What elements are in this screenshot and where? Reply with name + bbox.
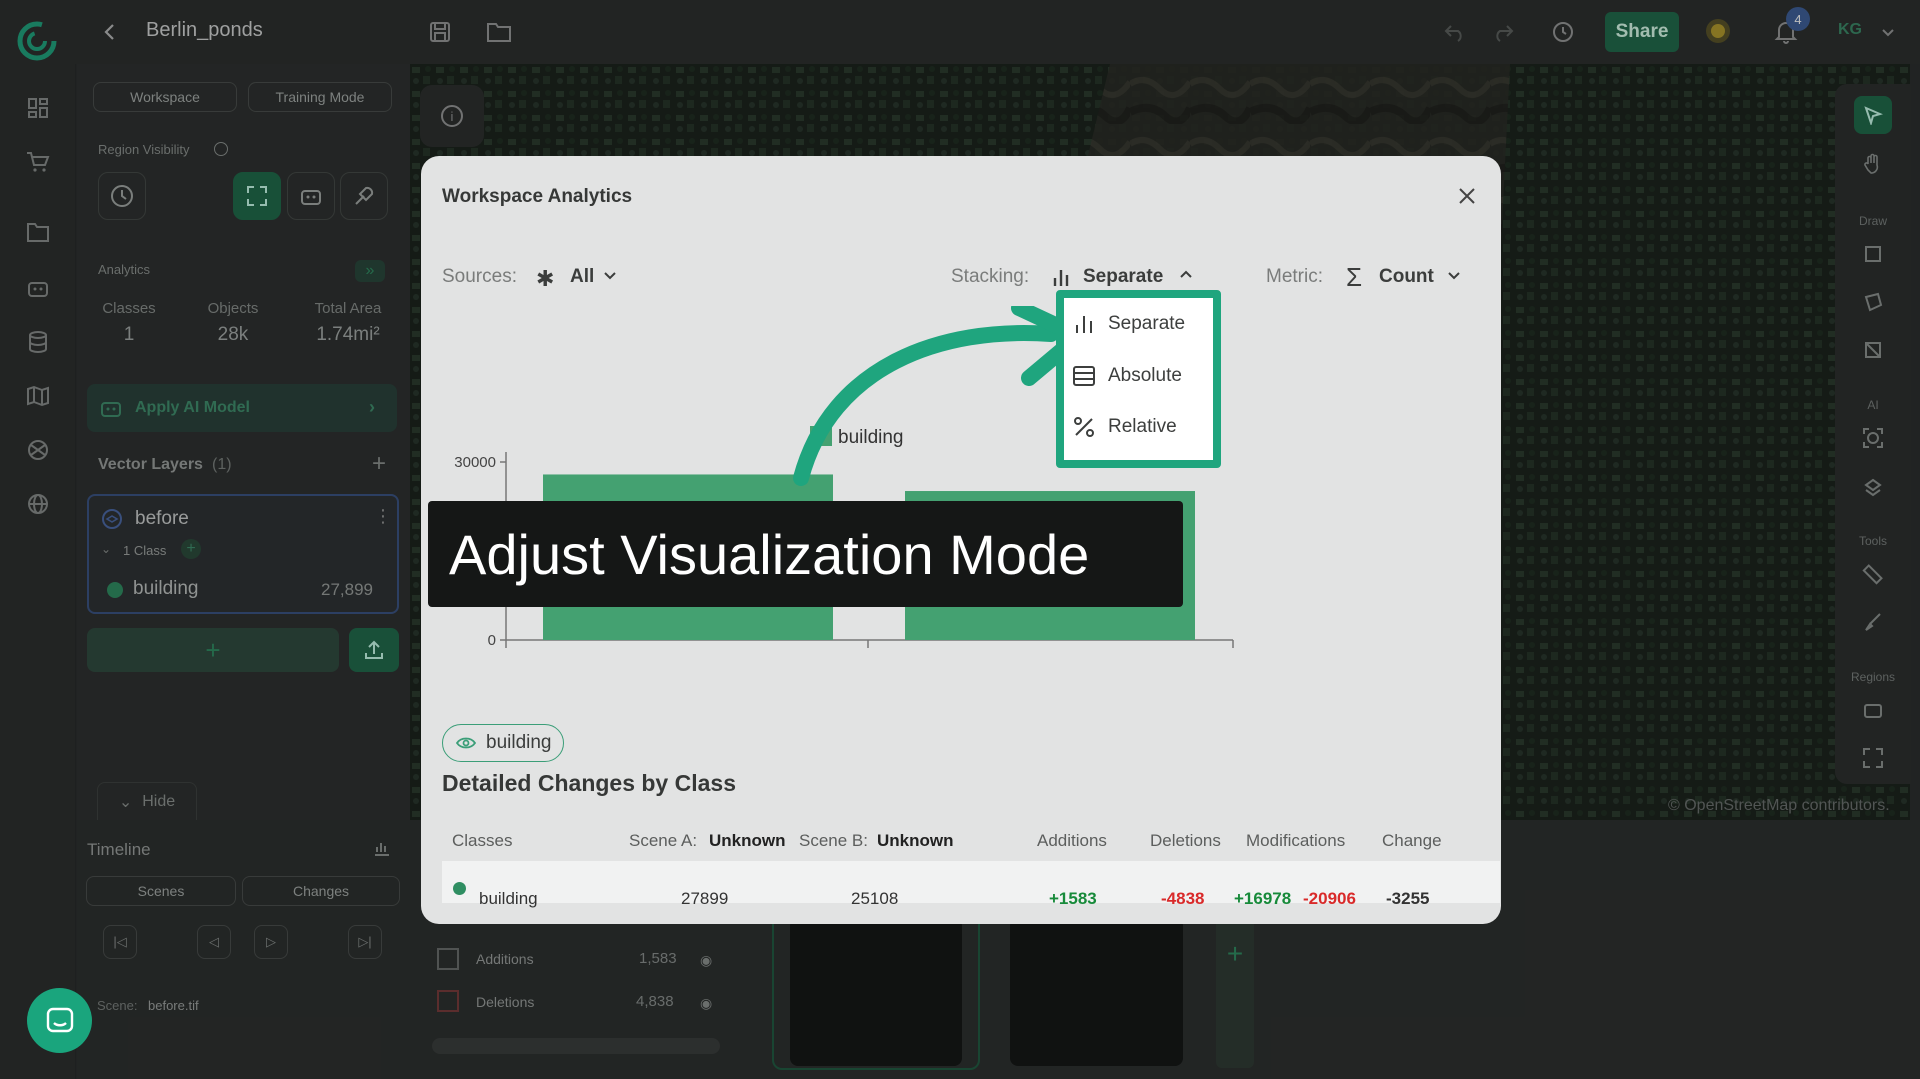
chat-support-button[interactable] <box>27 988 92 1053</box>
col-modifications: Modifications <box>1246 831 1346 850</box>
stacking-menu: Separate Absolute Relative <box>1056 290 1221 468</box>
tutorial-caption: Adjust Visualization Mode <box>428 501 1183 607</box>
scene-b-value: Unknown <box>877 831 954 850</box>
menu-item-relative[interactable]: Relative <box>1072 407 1212 447</box>
menu-item-label: Absolute <box>1108 365 1182 386</box>
class-color-dot <box>453 882 466 895</box>
cell-additions: +1583 <box>1049 889 1097 908</box>
menu-item-separate[interactable]: Separate <box>1072 304 1212 344</box>
sources-dropdown[interactable]: All <box>570 266 594 288</box>
modal-title: Workspace Analytics <box>442 186 633 207</box>
chevron-up-icon[interactable] <box>1179 268 1193 282</box>
close-icon[interactable] <box>1451 180 1483 212</box>
menu-item-label: Separate <box>1108 313 1186 334</box>
cell-modifications-negative: -20906 <box>1303 889 1356 908</box>
menu-item-absolute[interactable]: Absolute <box>1072 356 1212 396</box>
col-additions: Additions <box>1037 831 1107 850</box>
cell-deletions: -4838 <box>1161 889 1205 908</box>
bar-chart-icon <box>1072 312 1096 336</box>
details-title: Detailed Changes by Class <box>442 770 736 796</box>
cell-scene-b: 25108 <box>851 889 899 908</box>
metric-dropdown[interactable]: Count <box>1379 266 1434 288</box>
scene-a-value: Unknown <box>709 831 786 850</box>
tutorial-arrow-icon <box>793 306 1087 486</box>
workspace-analytics-modal: Workspace Analytics Sources: ✱ All Stack… <box>421 156 1501 924</box>
col-scene-b-label: Scene B: <box>799 831 868 850</box>
class-filter-chip[interactable]: building <box>442 724 564 762</box>
col-change: Change <box>1382 831 1442 850</box>
eye-icon <box>456 736 476 750</box>
bar-chart-icon <box>1051 266 1073 288</box>
stacked-rows-icon <box>1072 364 1096 388</box>
col-classes: Classes <box>452 831 513 850</box>
cell-modifications-positive: +16978 <box>1234 889 1292 908</box>
stacking-label: Stacking: <box>951 266 1030 287</box>
stacking-dropdown[interactable]: Separate <box>1083 266 1163 288</box>
cell-scene-a: 27899 <box>681 889 729 908</box>
percent-icon <box>1072 415 1096 439</box>
chevron-down-icon[interactable] <box>1447 268 1461 282</box>
sigma-icon: Σ <box>1346 262 1363 292</box>
chip-label: building <box>486 732 552 753</box>
cell-class: building <box>479 889 538 908</box>
col-scene-a-label: Scene A: <box>629 831 698 850</box>
metric-label: Metric: <box>1266 266 1323 287</box>
col-scene-b-value[interactable]: Unknown <box>877 831 954 851</box>
y-tick-label: 30000 <box>454 454 496 471</box>
y-tick-label: 0 <box>488 632 496 649</box>
cell-change: -3255 <box>1386 889 1430 908</box>
col-deletions: Deletions <box>1150 831 1221 850</box>
chevron-down-icon[interactable] <box>603 268 617 282</box>
sources-label: Sources: <box>442 266 517 287</box>
asterisk-icon: ✱ <box>536 266 555 291</box>
chat-icon <box>45 1006 75 1036</box>
menu-item-label: Relative <box>1108 416 1177 437</box>
col-scene-a-value[interactable]: Unknown <box>709 831 786 851</box>
